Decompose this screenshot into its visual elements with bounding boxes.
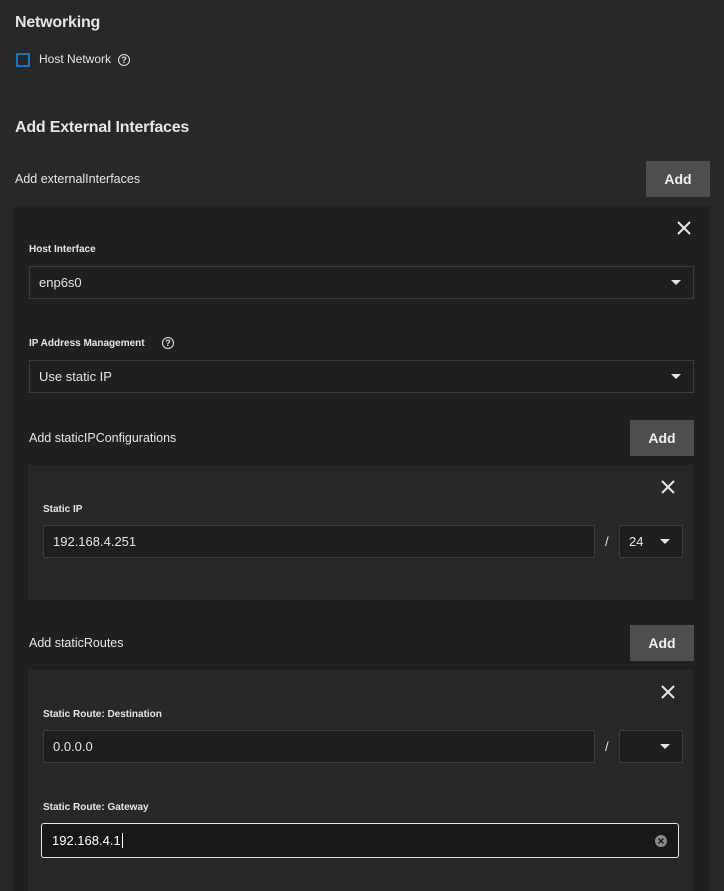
chevron-down-icon	[671, 280, 681, 285]
add-static-ip-config-button[interactable]: Add	[630, 420, 694, 456]
chevron-down-icon	[660, 539, 670, 544]
clear-input-icon[interactable]	[655, 835, 667, 847]
static-ip-cidr-select[interactable]: 24	[619, 525, 683, 558]
route-gateway-label: Static Route: Gateway	[43, 802, 149, 813]
host-interface-select[interactable]: enp6s0	[29, 266, 694, 299]
static-ip-input[interactable]: 192.168.4.251	[43, 525, 595, 558]
networking-heading: Networking	[15, 14, 101, 31]
help-icon[interactable]: ?	[118, 54, 130, 66]
ipam-value: Use static IP	[39, 369, 112, 384]
remove-static-ip-close-icon[interactable]	[661, 480, 675, 494]
static-ip-label: Static IP	[43, 504, 83, 515]
ipam-select[interactable]: Use static IP	[29, 360, 694, 393]
chevron-down-icon	[660, 744, 670, 749]
static-routes-label: Add staticRoutes	[29, 636, 124, 650]
host-interface-label: Host Interface	[29, 244, 96, 255]
static-ip-configs-label: Add staticIPConfigurations	[29, 431, 177, 445]
route-destination-input[interactable]: 0.0.0.0	[43, 730, 595, 763]
route-destination-label: Static Route: Destination	[43, 709, 162, 720]
text-cursor	[121, 833, 123, 848]
add-external-interface-button[interactable]: Add	[646, 161, 710, 197]
external-interfaces-heading: Add External Interfaces	[15, 119, 190, 136]
add-external-interfaces-label: Add externalInterfaces	[15, 172, 141, 186]
host-interface-value: enp6s0	[39, 275, 82, 290]
remove-interface-close-icon[interactable]	[677, 221, 691, 235]
help-icon[interactable]: ?	[162, 337, 174, 349]
route-gateway-input[interactable]: 192.168.4.1	[41, 823, 679, 858]
static-ip-value: 192.168.4.251	[53, 534, 137, 549]
static-ip-cidr-value: 24	[629, 534, 644, 549]
route-destination-cidr-select[interactable]	[619, 730, 683, 763]
host-network-checkbox[interactable]	[16, 53, 30, 67]
cidr-separator: /	[605, 534, 609, 549]
route-destination-value: 0.0.0.0	[53, 739, 93, 754]
add-static-route-button[interactable]: Add	[630, 625, 694, 661]
remove-static-route-close-icon[interactable]	[661, 685, 675, 699]
route-gateway-value: 192.168.4.1	[52, 833, 121, 848]
ipam-label: IP Address Management	[29, 338, 145, 349]
host-network-label: Host Network	[39, 52, 112, 66]
cidr-separator: /	[605, 739, 609, 754]
chevron-down-icon	[671, 374, 681, 379]
